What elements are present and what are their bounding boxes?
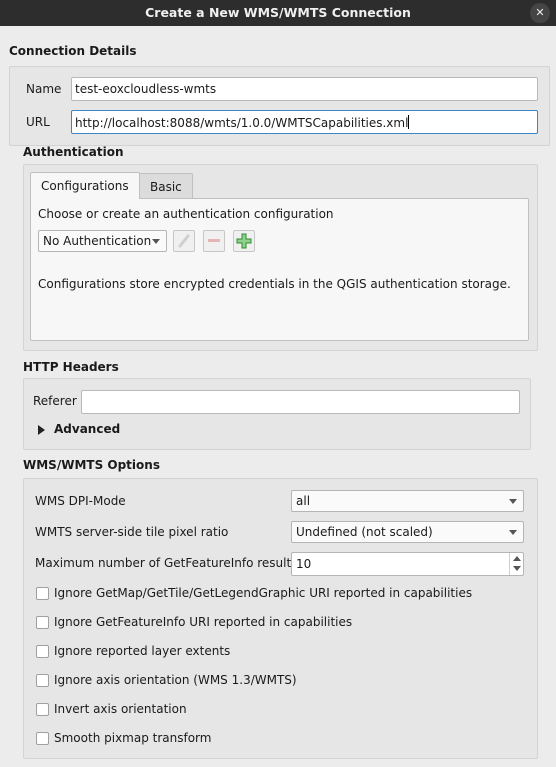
spin-down-icon[interactable] <box>513 566 521 571</box>
add-config-button[interactable] <box>233 230 255 252</box>
ignore-layer-extents-label: Ignore reported layer extents <box>54 644 231 658</box>
ignore-layer-extents-checkbox[interactable] <box>36 645 49 658</box>
tab-basic[interactable]: Basic <box>139 173 193 199</box>
smooth-pixmap-label: Smooth pixmap transform <box>54 731 212 745</box>
dpi-mode-label: WMS DPI-Mode <box>35 494 126 508</box>
auth-config-select[interactable]: No Authentication <box>38 230 167 252</box>
auth-info-text: Configurations store encrypted credentia… <box>38 277 511 291</box>
ignore-gfi-uri-label: Ignore GetFeatureInfo URI reported in ca… <box>54 615 353 629</box>
max-gfi-value: 10 <box>296 557 312 571</box>
ignore-getmap-uri-label: Ignore GetMap/GetTile/GetLegendGraphic U… <box>54 586 473 600</box>
invert-axis-orientation-label: Invert axis orientation <box>54 702 187 716</box>
connection-details-title: Connection Details <box>9 44 137 58</box>
ignore-axis-orientation-label: Ignore axis orientation (WMS 1.3/WMTS) <box>54 673 297 687</box>
remove-config-button[interactable] <box>203 230 225 252</box>
chevron-down-icon <box>509 530 517 535</box>
chevron-down-icon <box>509 499 517 504</box>
spin-up-icon[interactable] <box>513 556 521 561</box>
max-gfi-spinbox[interactable]: 10 <box>291 552 524 576</box>
tab-configurations[interactable]: Configurations <box>30 172 140 199</box>
expand-arrow-icon[interactable] <box>38 425 45 435</box>
max-gfi-label: Maximum number of GetFeatureInfo results <box>35 556 298 570</box>
ignore-gfi-uri-checkbox[interactable] <box>36 616 49 629</box>
minus-icon <box>208 239 220 242</box>
chevron-down-icon <box>152 239 160 244</box>
window-title: Create a New WMS/WMTS Connection <box>145 5 411 20</box>
title-bar: Create a New WMS/WMTS Connection ✕ <box>0 0 556 26</box>
ignore-getmap-uri-checkbox[interactable] <box>36 587 49 600</box>
invert-axis-orientation-checkbox[interactable] <box>36 703 49 716</box>
advanced-expander[interactable]: Advanced <box>54 422 120 436</box>
smooth-pixmap-checkbox[interactable] <box>36 732 49 745</box>
ignore-axis-orientation-checkbox[interactable] <box>36 674 49 687</box>
spin-buttons[interactable] <box>509 553 523 575</box>
tile-pixel-ratio-select[interactable]: Undefined (not scaled) <box>291 521 524 543</box>
url-input[interactable]: http://localhost:8088/wmts/1.0.0/WMTSCap… <box>71 110 538 134</box>
http-headers-title: HTTP Headers <box>23 360 119 374</box>
edit-config-button[interactable] <box>173 230 195 252</box>
authentication-title: Authentication <box>23 145 124 159</box>
name-input[interactable]: test-eoxcloudless-wmts <box>71 77 538 101</box>
auth-prompt-text: Choose or create an authentication confi… <box>38 207 334 221</box>
close-icon[interactable]: ✕ <box>530 3 550 23</box>
dpi-mode-select[interactable]: all <box>291 490 524 512</box>
pencil-icon <box>178 234 190 248</box>
wms-options-title: WMS/WMTS Options <box>23 458 160 472</box>
referer-label: Referer <box>33 394 77 408</box>
tile-pixel-ratio-label: WMTS server-side tile pixel ratio <box>35 525 229 539</box>
http-headers-panel <box>23 378 531 450</box>
plus-icon <box>236 233 252 249</box>
url-label: URL <box>26 115 50 129</box>
referer-input[interactable] <box>81 390 520 414</box>
text-cursor <box>408 115 410 129</box>
name-label: Name <box>26 82 62 96</box>
